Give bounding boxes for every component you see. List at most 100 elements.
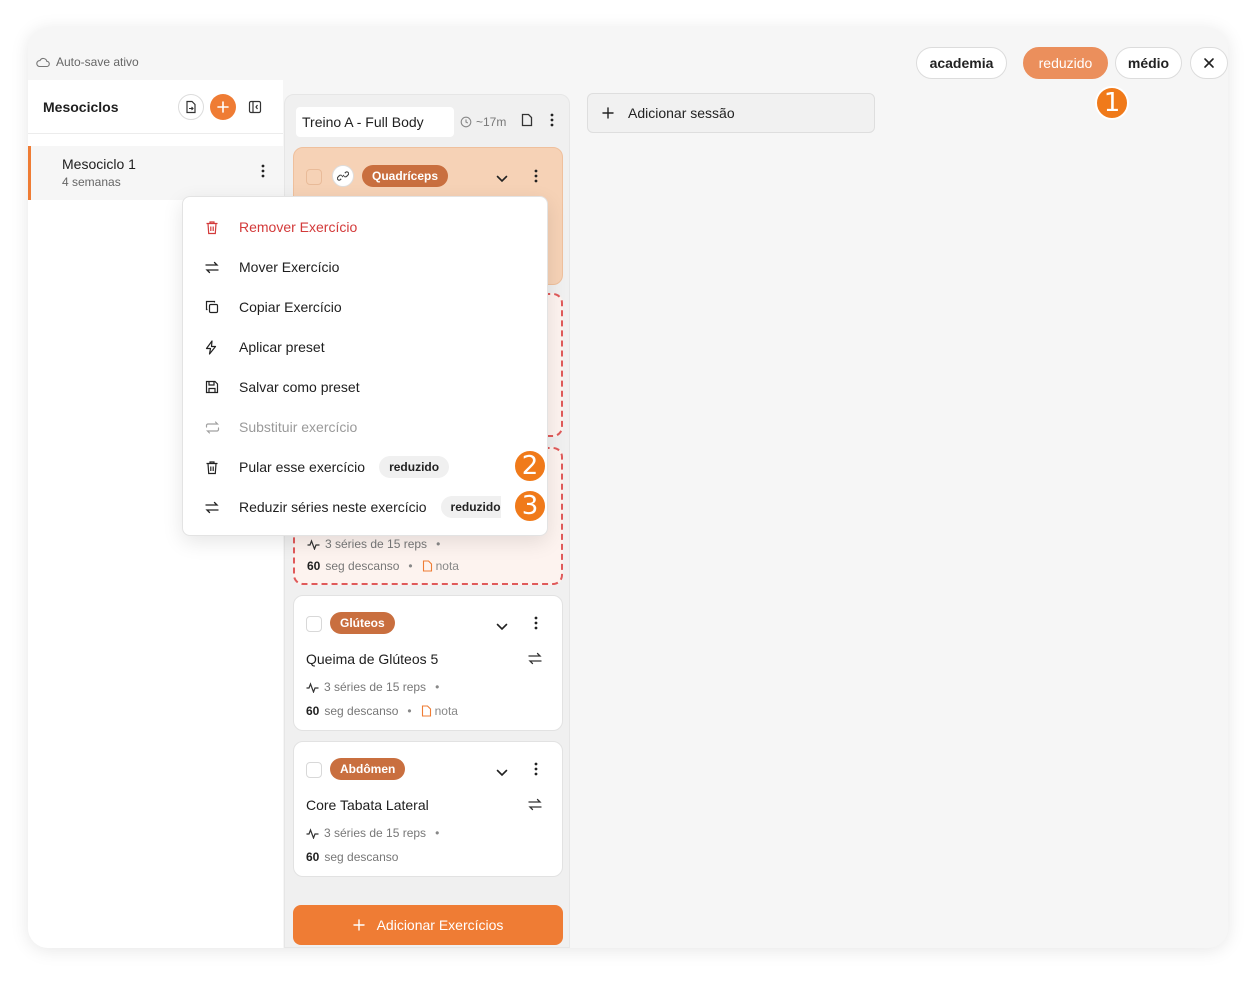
- document-icon: [521, 113, 533, 126]
- replace-icon: [205, 420, 220, 434]
- pulse-icon: [307, 538, 320, 550]
- menu-save-preset[interactable]: Salvar como preset: [205, 377, 535, 397]
- exercise-card[interactable]: Abdômen Core Tabata Lateral 3 séries de …: [293, 741, 563, 877]
- note-link[interactable]: nota: [421, 704, 458, 718]
- collapse-sidebar-button[interactable]: [242, 94, 268, 120]
- plus-icon: [352, 919, 365, 931]
- menu-replace-exercise: Substituir exercício: [205, 417, 535, 437]
- superset-link-button[interactable]: [332, 165, 354, 187]
- menu-item-label: Remover Exercício: [239, 219, 358, 235]
- kebab-icon: [550, 113, 554, 126]
- muscle-tag: Abdômen: [330, 758, 406, 780]
- swap-icon: [528, 798, 542, 811]
- close-button[interactable]: [1190, 47, 1228, 79]
- exercise-menu-button[interactable]: [534, 169, 538, 188]
- kebab-icon: [534, 169, 538, 183]
- autosave-label: Auto-save ativo: [56, 55, 139, 69]
- menu-remove-exercise[interactable]: Remover Exercício: [205, 217, 535, 237]
- rest-value: 60: [306, 850, 320, 864]
- menu-item-label: Substituir exercício: [239, 419, 358, 435]
- expand-button[interactable]: [496, 618, 508, 636]
- rest-label: seg descanso: [324, 850, 399, 864]
- menu-skip-exercise[interactable]: Pular esse exercício reduzido: [205, 456, 535, 478]
- exercise-checkbox[interactable]: [306, 169, 322, 185]
- kebab-icon: [534, 762, 538, 776]
- close-icon: [1204, 58, 1214, 68]
- exercise-name: Queima de Glúteos 5: [306, 651, 439, 667]
- link-icon: [337, 171, 349, 181]
- bolt-icon: [205, 339, 217, 355]
- exercise-checkbox[interactable]: [306, 616, 322, 632]
- rest-label: seg descanso: [325, 559, 400, 573]
- exercise-checkbox[interactable]: [306, 762, 322, 778]
- exercise-sets-label: 3 séries de 15 reps: [324, 680, 427, 694]
- note-label: nota: [434, 704, 458, 718]
- session-duration: ~17m: [460, 115, 506, 129]
- clock-icon: [460, 116, 472, 128]
- muscle-tag: Glúteos: [330, 612, 395, 634]
- exercise-sets: 3 séries de 15 reps •: [306, 826, 443, 840]
- menu-item-label: Mover Exercício: [239, 259, 340, 275]
- import-button[interactable]: [178, 93, 204, 120]
- kebab-icon: [534, 616, 538, 630]
- sidebar-header: Mesociclos: [28, 80, 283, 134]
- exercise-sets: 3 séries de 15 reps •: [306, 680, 443, 694]
- session-menu-button[interactable]: [550, 113, 554, 132]
- swap-icon: [528, 652, 542, 665]
- kebab-icon: [261, 164, 265, 178]
- note-icon: [421, 705, 431, 717]
- exercise-card[interactable]: Glúteos Queima de Glúteos 5 3 séries de …: [293, 595, 563, 731]
- mesocycle-menu-button[interactable]: [261, 164, 265, 183]
- expand-button[interactable]: [496, 764, 508, 782]
- exercise-name: Core Tabata Lateral: [306, 797, 429, 813]
- mode-badge: reduzido: [440, 496, 501, 518]
- menu-reduce-sets[interactable]: Reduzir séries neste exercício reduzido: [205, 496, 535, 518]
- mode-badge: reduzido: [379, 456, 450, 478]
- session-title-input[interactable]: Treino A - Full Body: [296, 107, 454, 137]
- pulse-icon: [306, 827, 319, 839]
- arrows-swap-icon: [205, 261, 219, 273]
- exercise-rest: 60 seg descanso: [306, 850, 398, 864]
- exercise-sets: 3 séries de 15 reps •: [307, 537, 444, 551]
- exercise-menu-button[interactable]: [534, 616, 538, 635]
- add-session-button[interactable]: Adicionar sessão: [587, 93, 875, 133]
- mode-medio-button[interactable]: médio: [1115, 47, 1182, 79]
- expand-button[interactable]: [496, 170, 508, 188]
- trash-icon: [206, 460, 218, 474]
- add-exercises-button[interactable]: Adicionar Exercícios: [293, 905, 563, 945]
- annotation-marker-3: 3: [513, 489, 547, 523]
- menu-copy-exercise[interactable]: Copiar Exercício: [205, 297, 535, 317]
- trash-icon: [206, 220, 218, 234]
- plus-icon: [602, 107, 614, 119]
- exercise-sets-label: 3 séries de 15 reps: [325, 537, 428, 551]
- add-mesocycle-button[interactable]: [210, 93, 236, 120]
- menu-apply-preset[interactable]: Aplicar preset: [205, 337, 535, 357]
- file-import-icon: [186, 100, 196, 113]
- cloud-icon: [36, 57, 50, 68]
- add-session-label: Adicionar sessão: [628, 105, 735, 121]
- note-link[interactable]: nota: [422, 559, 459, 573]
- muscle-tag: Quadríceps: [362, 165, 449, 187]
- mode-academia-button[interactable]: academia: [916, 47, 1007, 79]
- mesocycle-duration: 4 semanas: [62, 175, 121, 189]
- session-header: Treino A - Full Body ~17m: [296, 107, 558, 137]
- menu-move-exercise[interactable]: Mover Exercício: [205, 257, 535, 277]
- sidebar-title: Mesociclos: [43, 98, 119, 115]
- arrows-swap-icon: [205, 501, 219, 513]
- copy-icon: [205, 300, 219, 314]
- rest-label: seg descanso: [324, 704, 399, 718]
- session-save-button[interactable]: [520, 113, 534, 132]
- annotation-marker-1: 1: [1095, 86, 1129, 120]
- menu-item-label: Salvar como preset: [239, 379, 360, 395]
- autosave-status: Auto-save ativo: [36, 55, 139, 69]
- rest-value: 60: [306, 704, 320, 718]
- menu-item-label: Aplicar preset: [239, 339, 325, 355]
- exercise-menu-button[interactable]: [534, 762, 538, 781]
- exercise-sets-label: 3 séries de 15 reps: [324, 826, 427, 840]
- exercise-rest: 60 seg descanso • nota: [306, 704, 458, 718]
- mesocycle-item[interactable]: Mesociclo 1 4 semanas: [28, 146, 283, 200]
- chevron-down-icon: [496, 175, 508, 183]
- swap-exercise-button[interactable]: [528, 652, 542, 670]
- mode-reduzido-button[interactable]: reduzido: [1023, 47, 1108, 79]
- swap-exercise-button[interactable]: [528, 798, 542, 816]
